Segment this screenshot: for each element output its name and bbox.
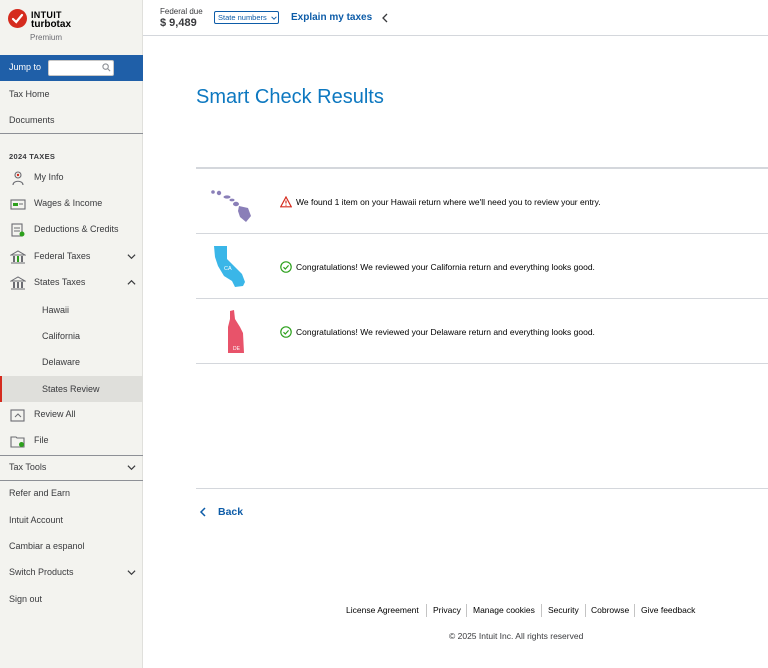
sidebar-divider [0, 480, 143, 481]
warning-triangle-icon [280, 196, 292, 208]
result-message: We found 1 item on your Hawaii return wh… [296, 197, 601, 207]
federal-due-amount: $ 9,489 [160, 17, 197, 29]
chevron-left-icon [199, 507, 206, 517]
explain-my-taxes-link[interactable]: Explain my taxes [291, 12, 372, 23]
sidebar-subitem-label: California [42, 331, 81, 341]
sidebar-item-review-all[interactable]: Review All [0, 405, 143, 425]
sidebar-subitem-states-review[interactable]: States Review [0, 376, 143, 402]
federal-building-icon [10, 250, 26, 264]
sidebar-link-tax-tools[interactable]: Tax Tools [9, 462, 46, 472]
state-abbr-label: CA [224, 266, 232, 272]
footer-separator [634, 604, 635, 617]
sidebar-link-tax-home[interactable]: Tax Home [9, 89, 50, 99]
copyright: © 2025 Intuit Inc. All rights reserved [449, 631, 584, 641]
wages-icon [10, 199, 26, 210]
state-abbr-label: DE [233, 346, 241, 352]
federal-due-label: Federal due [160, 7, 203, 16]
chevron-up-icon[interactable] [127, 278, 136, 287]
california-map-icon: CA [214, 246, 245, 287]
check-circle-icon [280, 261, 292, 273]
review-icon [10, 409, 25, 422]
sidebar-item-label: My Info [34, 172, 64, 182]
delaware-map-icon: DE [228, 310, 244, 353]
top-bar: Federal due $ 9,489 State numbers Explai… [143, 0, 768, 36]
sidebar-item-label: File [34, 435, 49, 445]
file-icon [10, 436, 25, 448]
footer-separator [541, 604, 542, 617]
sidebar-divider [0, 133, 143, 134]
chevron-down-icon[interactable] [127, 463, 136, 472]
footer-separator [585, 604, 586, 617]
sidebar-item-label: States Taxes [34, 277, 86, 287]
footer-separator [426, 604, 427, 617]
turbotax-logo[interactable]: INTUIT turbotax Premium [8, 9, 138, 45]
sidebar-item-federal-taxes[interactable]: Federal Taxes [0, 247, 143, 267]
result-row-delaware: DE Congratulations! We reviewed your Del… [196, 299, 768, 363]
jump-to-bar: Jump to [0, 55, 143, 81]
sidebar-item-file[interactable]: File [0, 431, 143, 451]
result-message: Congratulations! We reviewed your Califo… [296, 262, 595, 272]
product-tier: Premium [30, 33, 63, 42]
sidebar-item-my-info[interactable]: My Info [0, 168, 143, 188]
sidebar-link-intuit-account[interactable]: Intuit Account [9, 515, 63, 525]
row-divider [196, 363, 768, 364]
chevron-down-icon [271, 16, 277, 20]
sidebar-item-wages-income[interactable]: Wages & Income [0, 194, 143, 214]
intuit-check-icon [8, 9, 27, 28]
sidebar-link-refer-earn[interactable]: Refer and Earn [9, 488, 70, 498]
state-building-icon [10, 276, 26, 290]
chevron-down-icon[interactable] [127, 252, 136, 261]
sidebar-link-sign-out[interactable]: Sign out [9, 594, 42, 604]
sidebar-item-label: Deductions & Credits [34, 224, 119, 234]
chevron-down-icon[interactable] [127, 568, 136, 577]
footer-link-manage-cookies[interactable]: Manage cookies [473, 605, 535, 615]
search-icon[interactable] [102, 63, 111, 72]
footer-link-give-feedback[interactable]: Give feedback [641, 605, 695, 615]
sidebar-subitem-label: Hawaii [42, 305, 70, 315]
sidebar-divider [0, 455, 143, 456]
sidebar-item-deductions-credits[interactable]: Deductions & Credits [0, 220, 143, 240]
footer-link-security[interactable]: Security [548, 605, 579, 615]
sidebar-link-documents[interactable]: Documents [9, 115, 55, 125]
state-numbers-dropdown[interactable]: State numbers [214, 11, 279, 24]
footer-separator [466, 604, 467, 617]
sidebar: INTUIT turbotax Premium Jump to Tax Home… [0, 0, 143, 668]
tax-year-section-header: 2024 TAXES [9, 152, 56, 161]
collapse-chevron-left-icon[interactable] [381, 13, 389, 23]
sidebar-link-language[interactable]: Cambiar a espanol [9, 541, 85, 551]
result-message: Congratulations! We reviewed your Delawa… [296, 327, 595, 337]
result-row-california: CA Congratulations! We reviewed your Cal… [196, 234, 768, 298]
page-title: Smart Check Results [196, 86, 384, 108]
sidebar-link-switch-products[interactable]: Switch Products [9, 567, 74, 577]
sidebar-subitem-california[interactable]: California [0, 323, 143, 349]
sidebar-item-label: Review All [34, 409, 76, 419]
sidebar-subitem-label: States Review [42, 384, 100, 394]
result-row-hawaii: We found 1 item on your Hawaii return wh… [196, 169, 768, 233]
person-icon [12, 171, 24, 186]
jump-to-label: Jump to [9, 62, 42, 72]
sidebar-subitem-delaware[interactable]: Delaware [0, 349, 143, 375]
back-label: Back [218, 506, 244, 518]
hawaii-map-icon [211, 190, 251, 222]
sidebar-subitem-hawaii[interactable]: Hawaii [0, 297, 143, 323]
back-divider [196, 488, 768, 489]
check-circle-icon [280, 326, 292, 338]
footer-link-license[interactable]: License Agreement [346, 605, 419, 615]
deductions-icon [11, 223, 25, 237]
sidebar-item-label: Wages & Income [34, 198, 103, 208]
sidebar-item-states-taxes[interactable]: States Taxes [0, 273, 143, 293]
state-numbers-label: State numbers [218, 13, 267, 22]
sidebar-item-label: Federal Taxes [34, 251, 91, 261]
footer-link-cobrowse[interactable]: Cobrowse [591, 605, 629, 615]
sidebar-subitem-label: Delaware [42, 357, 81, 367]
logo-turbotax-text: turbotax [31, 19, 71, 30]
footer-link-privacy[interactable]: Privacy [433, 605, 461, 615]
